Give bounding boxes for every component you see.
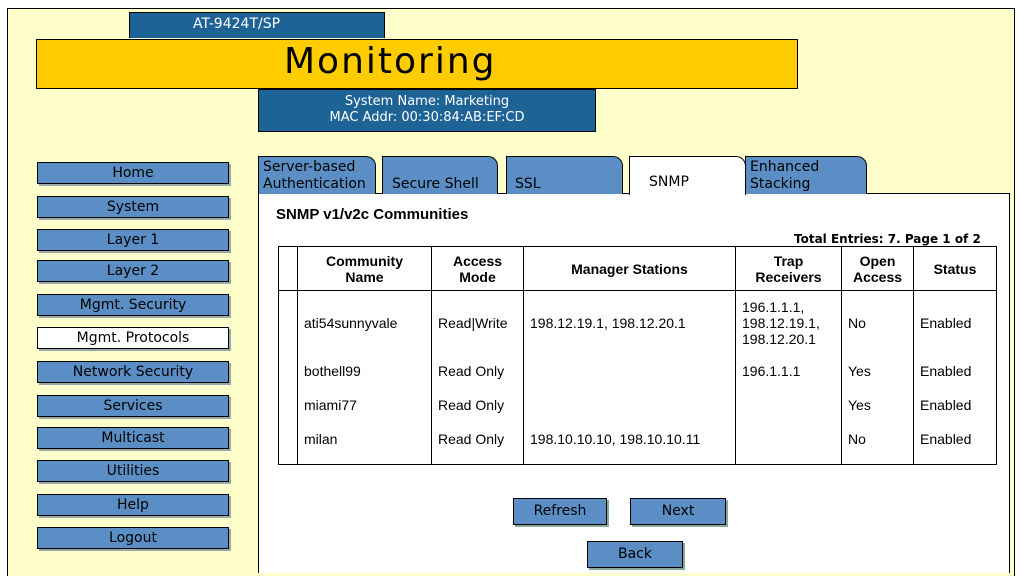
back-button[interactable]: Back (587, 541, 683, 568)
tab-label: SSL (515, 176, 541, 192)
table-row[interactable]: miami77 Read Only Yes Enabled (278, 387, 997, 422)
nav-system[interactable]: System (37, 196, 229, 218)
nav-mgmt-protocols[interactable]: Mgmt. Protocols (37, 327, 229, 349)
cell-open-access: No (841, 290, 914, 355)
title-bar: Monitoring (36, 39, 798, 89)
page-title: Monitoring (284, 41, 497, 82)
cell-trap-receivers (735, 421, 842, 465)
cell-manager-stations (523, 387, 736, 422)
communities-table: Community Name Access Mode Manager Stati… (278, 246, 997, 465)
tab-label-line2: Stacking (750, 176, 811, 192)
cell-community-name: milan (297, 421, 432, 465)
row-select-cell[interactable] (278, 421, 298, 465)
model-label: AT-9424T/SP (129, 12, 385, 38)
header-text: Trap (773, 252, 804, 269)
cell-trap-receivers: 196.1.1.1 (735, 354, 842, 388)
cell-open-access: Yes (841, 387, 914, 422)
tab-enhanced-stacking[interactable]: Enhanced Stacking (745, 156, 867, 194)
header-open-access: Open Access (841, 246, 914, 291)
cell-trap-receivers: 196.1.1.1, 198.12.19.1, 198.12.20.1 (735, 290, 842, 355)
header-trap-receivers: Trap Receivers (735, 246, 842, 291)
trap-receiver: 196.1.1.1, (742, 298, 805, 315)
cell-open-access: Yes (841, 354, 914, 388)
tab-label: Secure Shell (392, 176, 479, 192)
table-row[interactable]: milan Read Only 198.10.10.10, 198.10.10.… (278, 421, 997, 465)
header-text: Receivers (755, 268, 822, 285)
table-row[interactable]: ati54sunnyvale Read|Write 198.12.19.1, 1… (278, 290, 997, 355)
cell-access-mode: Read Only (431, 354, 524, 388)
system-info: System Name: Marketing MAC Addr: 00:30:8… (258, 89, 596, 132)
tab-label-line1: Enhanced (750, 159, 820, 175)
tab-label-line1: Server-based (263, 159, 356, 175)
cell-access-mode: Read|Write (431, 290, 524, 355)
mac-address: MAC Addr: 00:30:84:AB:EF:CD (329, 110, 525, 125)
tab-snmp[interactable]: SNMP (629, 156, 746, 195)
section-title: SNMP v1/v2c Communities (276, 206, 469, 223)
cell-open-access: No (841, 421, 914, 465)
header-text: Mode (459, 268, 496, 285)
cell-status: Enabled (913, 387, 997, 422)
cell-access-mode: Read Only (431, 421, 524, 465)
cell-manager-stations (523, 354, 736, 388)
cell-manager-stations: 198.12.19.1, 198.12.20.1 (523, 290, 736, 355)
tab-label-line2: Authentication (263, 176, 366, 192)
nav-layer2[interactable]: Layer 2 (37, 260, 229, 282)
select-column-header (278, 246, 298, 291)
tab-label: SNMP (649, 174, 689, 190)
header-text: Access (852, 268, 903, 285)
header-text: Open (859, 252, 896, 269)
trap-receiver: 198.12.20.1 (742, 330, 816, 347)
tab-secure-shell[interactable]: Secure Shell (382, 156, 498, 194)
cell-status: Enabled (913, 421, 997, 465)
nav-logout[interactable]: Logout (37, 527, 229, 549)
refresh-button[interactable]: Refresh (513, 498, 607, 525)
tab-server-based-authentication[interactable]: Server-based Authentication (258, 156, 376, 194)
row-select-cell[interactable] (278, 387, 298, 422)
total-entries: Total Entries: 7. Page 1 of 2 (794, 232, 981, 246)
header-text: Community (326, 252, 403, 269)
header-access-mode: Access Mode (431, 246, 524, 291)
cell-status: Enabled (913, 354, 997, 388)
header-manager-stations: Manager Stations (523, 246, 736, 291)
cell-community-name: bothell99 (297, 354, 432, 388)
cell-access-mode: Read Only (431, 387, 524, 422)
header-text: Name (345, 268, 384, 285)
header-community-name: Community Name (297, 246, 432, 291)
cell-community-name: miami77 (297, 387, 432, 422)
nav-home[interactable]: Home (37, 162, 229, 184)
cell-manager-stations: 198.10.10.10, 198.10.10.11 (523, 421, 736, 465)
nav-network-security[interactable]: Network Security (37, 361, 229, 383)
table-row[interactable]: bothell99 Read Only 196.1.1.1 Yes Enable… (278, 354, 997, 388)
nav-utilities[interactable]: Utilities (37, 460, 229, 482)
nav-mgmt-security[interactable]: Mgmt. Security (37, 294, 229, 316)
table-header-row: Community Name Access Mode Manager Stati… (278, 246, 997, 291)
cell-community-name: ati54sunnyvale (297, 290, 432, 355)
trap-receiver: 198.12.19.1, (742, 314, 820, 331)
system-name: System Name: Marketing (344, 94, 510, 109)
header-status: Status (913, 246, 997, 291)
nav-layer1[interactable]: Layer 1 (37, 229, 229, 251)
nav-multicast[interactable]: Multicast (37, 427, 229, 449)
row-select-cell[interactable] (278, 354, 298, 388)
header-text: Access (452, 252, 503, 269)
cell-trap-receivers (735, 387, 842, 422)
row-select-cell[interactable] (278, 290, 298, 355)
tab-ssl[interactable]: SSL (506, 156, 623, 194)
nav-help[interactable]: Help (37, 494, 229, 516)
cell-status: Enabled (913, 290, 997, 355)
nav-services[interactable]: Services (37, 395, 229, 417)
next-button[interactable]: Next (630, 498, 726, 525)
